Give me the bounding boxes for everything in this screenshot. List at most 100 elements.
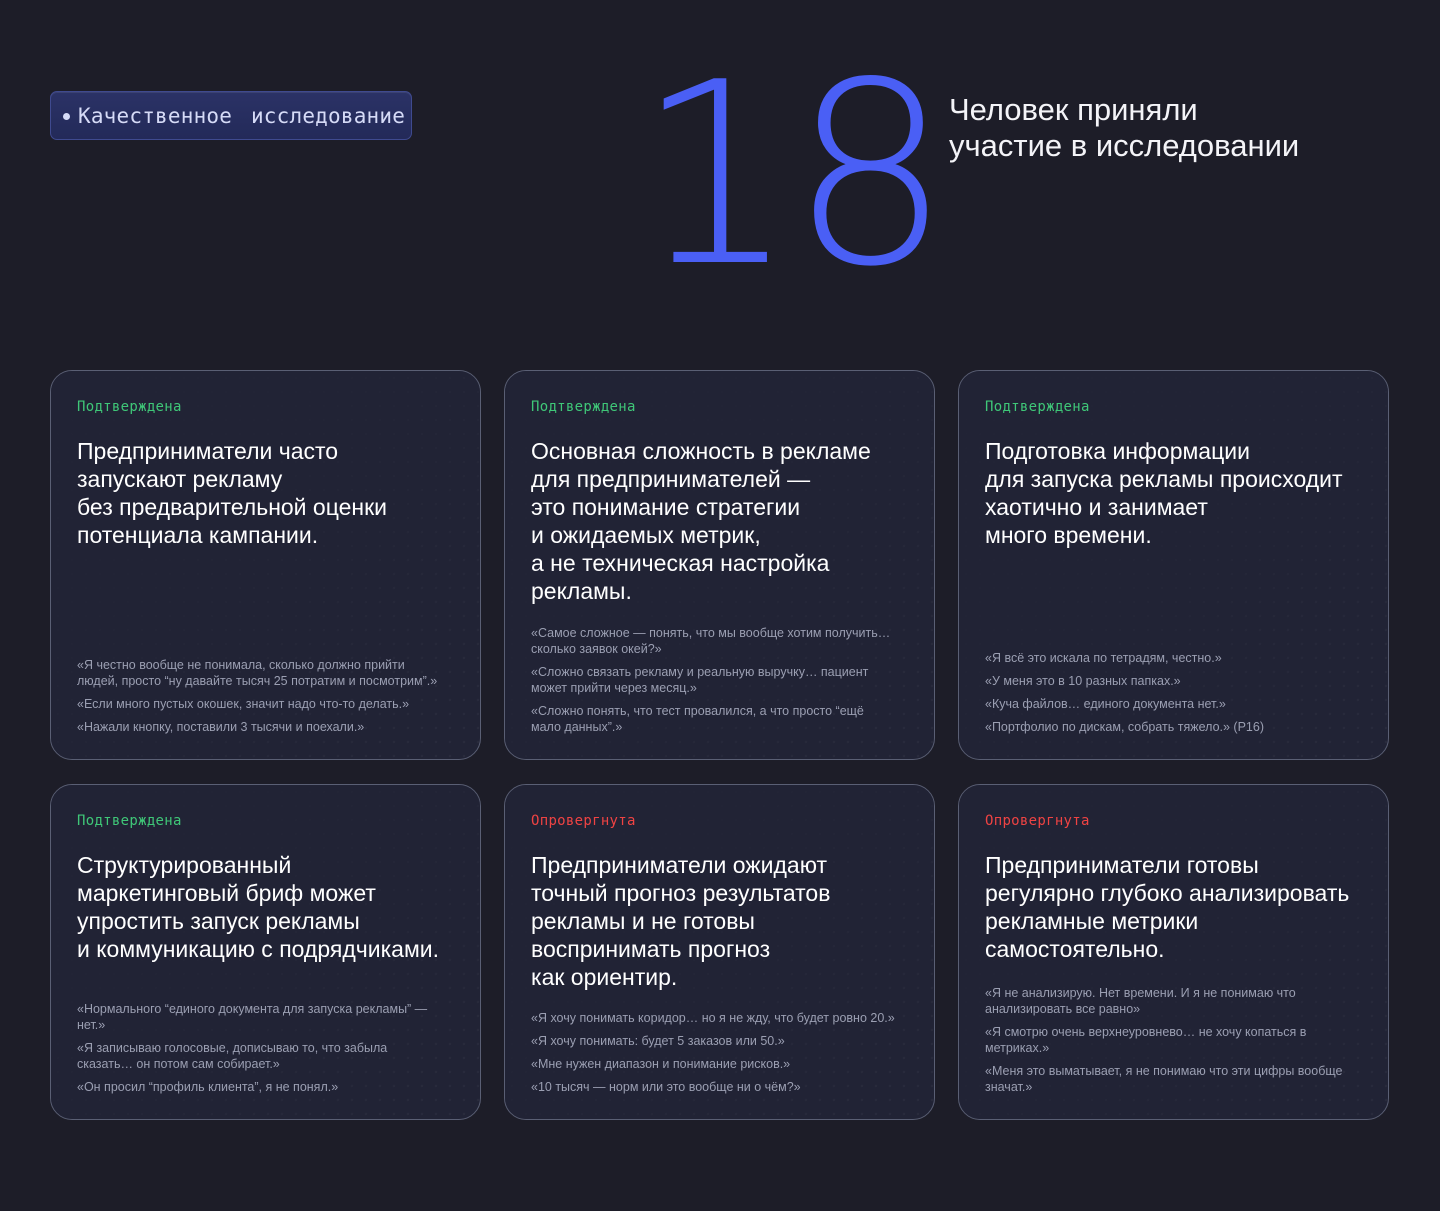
- quotes-list: «Самое сложное — понять, что мы вообще х…: [531, 618, 914, 735]
- hypothesis-line: запускают рекламу: [77, 466, 283, 492]
- quote-line: «Самое сложное — понять, что мы вообще х…: [531, 626, 891, 640]
- quote-line: «Если много пустых окошек, значит надо ч…: [77, 697, 410, 711]
- hypothesis-line: точный прогноз результатов: [531, 880, 831, 906]
- hypothesis-text: Подготовка информации для запуска реклам…: [985, 437, 1375, 549]
- hypothesis-line: Подготовка информации: [985, 438, 1250, 464]
- research-type-label: Качественное исследование: [78, 103, 406, 128]
- quote-line: мало данных”.»: [531, 720, 623, 734]
- quotes-list: «Нормального “единого документа для запу…: [77, 994, 460, 1095]
- quote-line: метриках.»: [985, 1041, 1050, 1055]
- quote-line: может прийти через месяц.»: [531, 681, 697, 695]
- participants-count: 18: [636, 29, 951, 322]
- quote: «Я записываю голосовые, дописываю то, чт…: [77, 1040, 460, 1072]
- quotes-list: «Я не анализирую. Нет времени. И я не по…: [985, 978, 1368, 1095]
- research-summary-page: Качественное исследование 18 Человек при…: [0, 0, 1440, 1211]
- hypothesis-card: Опровергнута Предприниматели ожидают точ…: [504, 784, 935, 1120]
- quote: «Мне нужен диапазон и понимание рисков.»: [531, 1056, 914, 1072]
- quote-line: нет.»: [77, 1018, 106, 1032]
- bullet-dot-icon: [63, 112, 70, 120]
- status-badge: Подтверждена: [77, 813, 182, 829]
- hypothesis-card: Подтверждена Предприниматели часто запус…: [50, 370, 481, 760]
- quote: «Я смотрю очень верхнеуровнево… не хочу …: [985, 1024, 1368, 1056]
- status-badge: Подтверждена: [985, 399, 1090, 415]
- quote: «Самое сложное — понять, что мы вообще х…: [531, 625, 914, 657]
- quote-line: анализировать все равно»: [985, 1002, 1141, 1016]
- status-badge: Подтверждена: [77, 399, 182, 415]
- quote-line: «Меня это выматывает, я не понимаю что э…: [985, 1064, 1343, 1078]
- hypothesis-line: Предприниматели часто: [77, 438, 339, 464]
- hypothesis-line: упростить запуск рекламы: [77, 908, 360, 934]
- hypothesis-line: рекламные метрики: [985, 908, 1199, 934]
- hypothesis-card: Подтверждена Основная сложность в реклам…: [504, 370, 935, 760]
- status-badge: Опровергнута: [985, 813, 1090, 829]
- quote: «Я хочу понимать коридор… но я не жду, ч…: [531, 1010, 914, 1026]
- quote: «Он просил “профиль клиента”, я не понял…: [77, 1079, 460, 1095]
- participants-caption-line: Человек приняли: [949, 92, 1198, 127]
- quote: «Я всё это искала по тетрадям, честно.»: [985, 650, 1368, 666]
- quote-line: сколько заявок окей?»: [531, 642, 662, 656]
- hypothesis-line: хаотично и занимает: [985, 494, 1208, 520]
- quote-line: «Я записываю голосовые, дописываю то, чт…: [77, 1041, 388, 1055]
- quote-line: «Нормального “единого документа для запу…: [77, 1002, 428, 1016]
- hypothesis-line: и коммуникацию с подрядчиками.: [77, 936, 440, 962]
- hypothesis-line: рекламы и не готовы: [531, 908, 755, 934]
- quote: «Я честно вообще не понимала, сколько до…: [77, 657, 460, 689]
- quote-line: «10 тысяч — норм или это вообще ни о чём…: [531, 1080, 801, 1094]
- status-badge: Опровергнута: [531, 813, 636, 829]
- quote-line: сказать… он потом сам собирает.»: [77, 1057, 280, 1071]
- quotes-list: «Я всё это искала по тетрадям, честно.» …: [985, 643, 1368, 735]
- quote-line: «У меня это в 10 разных папках.»: [985, 674, 1181, 688]
- hypothesis-text: Предприниматели ожидают точный прогноз р…: [531, 851, 921, 991]
- hypothesis-line: потенциала кампании.: [77, 522, 319, 548]
- hypothesis-card: Подтверждена Подготовка информации для з…: [958, 370, 1389, 760]
- quote-line: «Я хочу понимать коридор… но я не жду, ч…: [531, 1011, 895, 1025]
- hypothesis-line: Основная сложность в рекламе: [531, 438, 871, 464]
- hypothesis-line: Структурированный: [77, 852, 292, 878]
- hypothesis-line: для запуска рекламы происходит: [985, 466, 1343, 492]
- quote: «У меня это в 10 разных папках.»: [985, 673, 1368, 689]
- hypothesis-line: Предприниматели готовы: [985, 852, 1259, 878]
- quote-line: «Я не анализирую. Нет времени. И я не по…: [985, 986, 1296, 1000]
- quote: «Я хочу понимать: будет 5 заказов или 50…: [531, 1033, 914, 1049]
- quote: «Портфолио по дискам, собрать тяжело.» (…: [985, 719, 1368, 735]
- quote-line: «Сложно понять, что тест провалился, а ч…: [531, 704, 864, 718]
- quotes-list: «Я хочу понимать коридор… но я не жду, ч…: [531, 1003, 914, 1095]
- hypothesis-line: рекламы.: [531, 578, 632, 604]
- quote-line: «Я смотрю очень верхнеуровнево… не хочу …: [985, 1025, 1307, 1039]
- hypothesis-line: много времени.: [985, 522, 1152, 548]
- quote-line: значат.»: [985, 1080, 1033, 1094]
- quote-line: «Я всё это искала по тетрадям, честно.»: [985, 651, 1222, 665]
- hypothesis-text: Структурированный маркетинговый бриф мож…: [77, 851, 467, 963]
- hypothesis-line: для предпринимателей —: [531, 466, 811, 492]
- quote-line: «Портфолио по дискам, собрать тяжело.» (…: [985, 720, 1264, 734]
- quote: «Если много пустых окошек, значит надо ч…: [77, 696, 460, 712]
- quote: «Нормального “единого документа для запу…: [77, 1001, 460, 1033]
- quote-line: «Куча файлов… единого документа нет.»: [985, 697, 1226, 711]
- quote-line: «Я честно вообще не понимала, сколько до…: [77, 658, 405, 672]
- hypothesis-line: как ориентир.: [531, 964, 678, 990]
- hypothesis-text: Предприниматели готовы регулярно глубоко…: [985, 851, 1375, 963]
- hypothesis-line: это понимание стратегии: [531, 494, 801, 520]
- quote: «Нажали кнопку, поставили 3 тысячи и пое…: [77, 719, 460, 735]
- hypothesis-card: Подтверждена Структурированный маркетинг…: [50, 784, 481, 1120]
- hypothesis-line: и ожидаемых метрик,: [531, 522, 761, 548]
- quote-line: «Мне нужен диапазон и понимание рисков.»: [531, 1057, 791, 1071]
- quote: «Сложно понять, что тест провалился, а ч…: [531, 703, 914, 735]
- participants-caption: Человек приняли участие в исследовании: [949, 92, 1369, 164]
- participants-caption-line: участие в исследовании: [949, 128, 1300, 163]
- quote: «Куча файлов… единого документа нет.»: [985, 696, 1368, 712]
- hypothesis-line: маркетинговый бриф может: [77, 880, 376, 906]
- quote: «Я не анализирую. Нет времени. И я не по…: [985, 985, 1368, 1017]
- quote-line: «Сложно связать рекламу и реальную выруч…: [531, 665, 869, 679]
- quotes-list: «Я честно вообще не понимала, сколько до…: [77, 650, 460, 735]
- quote-line: «Я хочу понимать: будет 5 заказов или 50…: [531, 1034, 785, 1048]
- hypothesis-line: воспринимать прогноз: [531, 936, 771, 962]
- quote: «10 тысяч — норм или это вообще ни о чём…: [531, 1079, 914, 1095]
- status-badge: Подтверждена: [531, 399, 636, 415]
- hypothesis-line: регулярно глубоко анализировать: [985, 880, 1350, 906]
- hypothesis-line: без предварительной оценки: [77, 494, 388, 520]
- research-type-tag: Качественное исследование: [50, 91, 412, 140]
- hypothesis-text: Основная сложность в рекламе для предпри…: [531, 437, 921, 605]
- hypothesis-text: Предприниматели часто запускают рекламу …: [77, 437, 467, 549]
- hypothesis-card: Опровергнута Предприниматели готовы регу…: [958, 784, 1389, 1120]
